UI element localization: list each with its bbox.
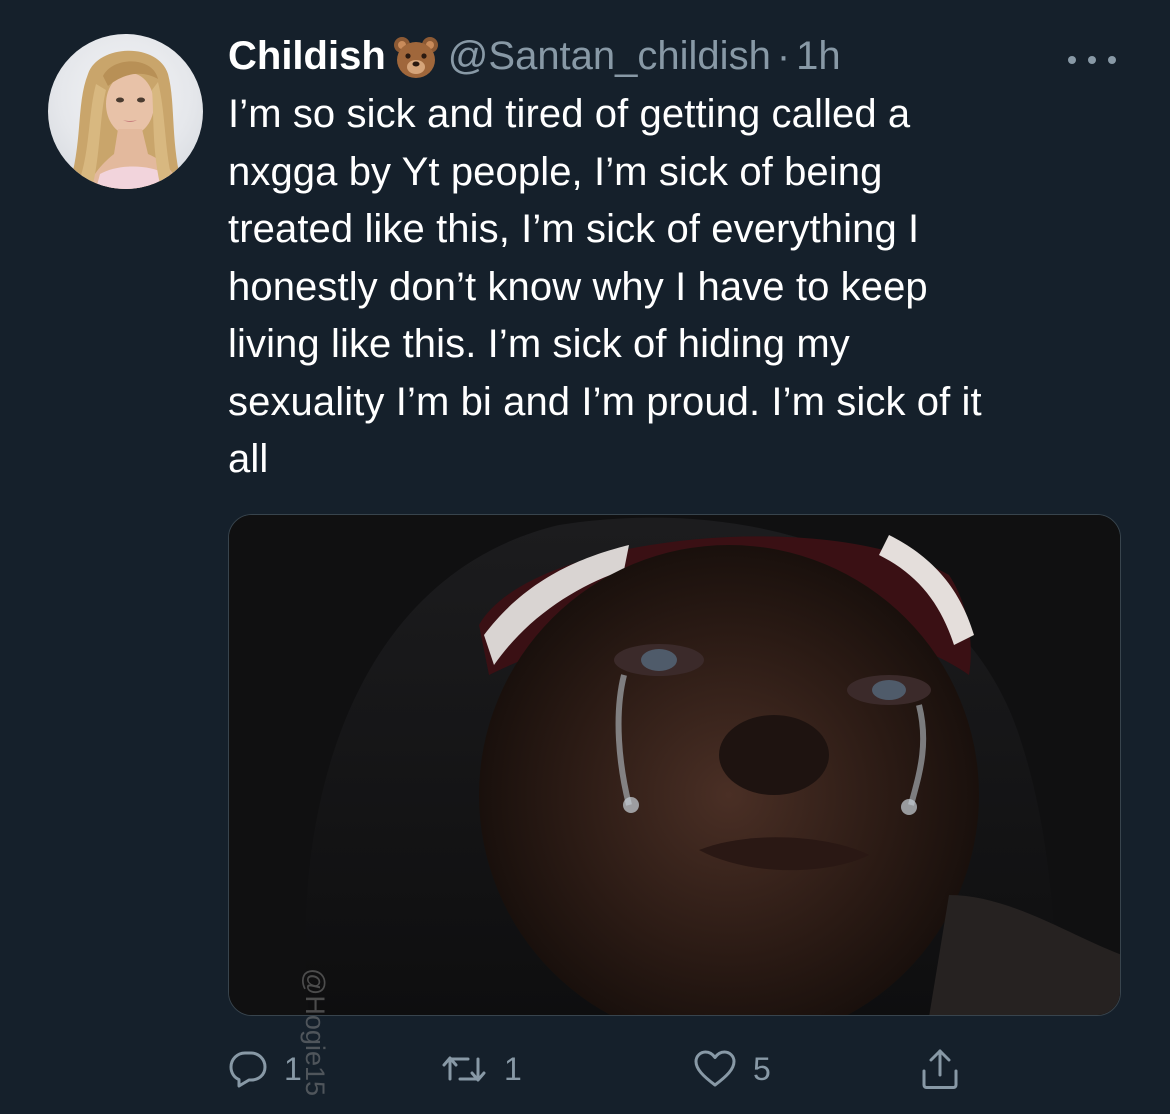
share-upload-icon	[920, 1047, 960, 1091]
tweet-header: Childish @Santan_childish · 1h	[228, 26, 841, 86]
more-horizontal-icon[interactable]	[1068, 52, 1116, 68]
retweet-button[interactable]: 1	[440, 1042, 522, 1096]
bear-face-icon	[392, 34, 440, 82]
reply-count: 1	[284, 1050, 302, 1087]
tweet[interactable]: Childish @Santan_childish · 1h I’m so si…	[0, 0, 1170, 1114]
tweet-text: I’m so sick and tired of getting called …	[228, 92, 982, 481]
retweet-count: 1	[504, 1050, 522, 1087]
reply-bubble-icon	[228, 1049, 268, 1089]
handle[interactable]: @Santan_childish	[448, 34, 771, 79]
share-button[interactable]	[920, 1042, 960, 1096]
separator-dot: ·	[776, 33, 791, 78]
like-count: 5	[753, 1050, 771, 1087]
display-name[interactable]: Childish	[228, 34, 386, 79]
retweet-icon	[440, 1049, 488, 1089]
tweet-action-bar: 1 1 5	[228, 1042, 988, 1096]
timestamp[interactable]: 1h	[796, 34, 841, 79]
avatar[interactable]	[48, 34, 203, 189]
reply-button[interactable]: 1	[228, 1042, 302, 1096]
like-button[interactable]: 5	[693, 1042, 771, 1096]
tweet-media-image[interactable]	[228, 514, 1121, 1016]
heart-icon	[693, 1049, 737, 1089]
